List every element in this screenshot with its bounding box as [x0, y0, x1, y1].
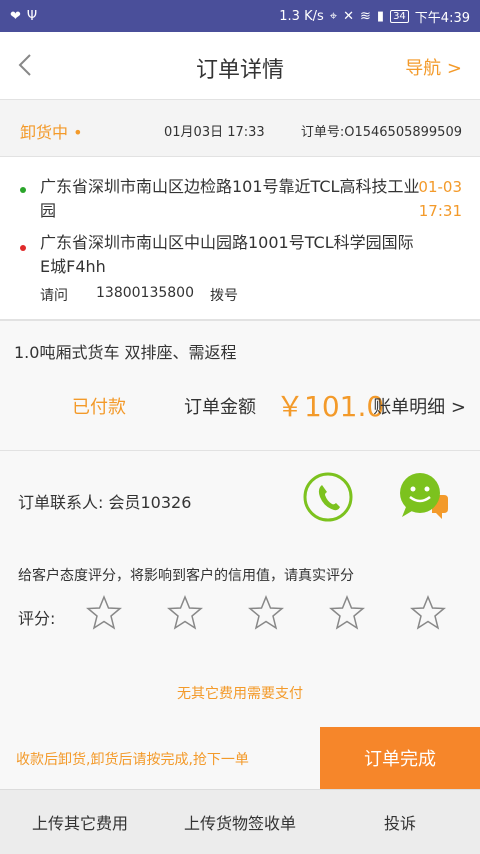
- star-5-icon[interactable]: [410, 595, 446, 631]
- pickup-address: 广东省深圳市南山区边检路101号靠近TCL高科技工业园: [40, 177, 420, 220]
- order-number: 订单号:O1546505899509: [300, 125, 462, 140]
- action-bar: 收款后卸货,卸货后请按完成,抢下一单 订单完成: [0, 727, 480, 789]
- address-section: 广东省深圳市南山区边检路101号靠近TCL高科技工业园 01-03 17:31 …: [0, 157, 480, 321]
- pickup-dot-icon: [20, 187, 26, 193]
- star-4-icon[interactable]: [329, 595, 365, 631]
- app-header: 订单详情 导航 >: [0, 32, 480, 100]
- action-tip: 收款后卸货,卸货后请按完成,抢下一单: [16, 752, 249, 768]
- amount-label: 订单金额: [184, 397, 256, 418]
- star-3-icon[interactable]: [248, 595, 284, 631]
- upload-receipt-button[interactable]: 上传货物签收单: [160, 810, 320, 834]
- bill-detail-link[interactable]: 账单明细 >: [373, 393, 466, 419]
- dropoff-address: 广东省深圳市南山区中山园路1001号TCL科学园国际E城F4hh: [40, 233, 414, 276]
- navigate-button[interactable]: 导航 >: [405, 54, 462, 80]
- signal-icon: ▮: [376, 8, 385, 24]
- order-contact: 订单联系人: 会员10326: [18, 493, 192, 512]
- order-amount: ￥101.0: [276, 390, 385, 423]
- phone-call-icon[interactable]: [302, 471, 354, 523]
- pickup-time: 01-03 17:31: [418, 178, 462, 220]
- payment-status: 已付款: [72, 397, 126, 418]
- rating-hint: 给客户态度评分，将影响到客户的信用值，请真实评分: [18, 568, 354, 584]
- location-icon: ⌖: [329, 8, 338, 24]
- clock: 下午4:39: [414, 10, 470, 26]
- footer-bar: 上传其它费用 上传货物签收单 投诉: [0, 789, 480, 854]
- ask-label: 请问: [40, 288, 68, 304]
- order-status-row: 卸货中 • 01月03日 17:33 订单号:O1546505899509: [0, 101, 480, 157]
- wifi-icon: ≋: [360, 8, 371, 24]
- network-speed: 1.3 K/s: [279, 8, 324, 24]
- star-1-icon[interactable]: [86, 595, 122, 631]
- upload-fees-button[interactable]: 上传其它费用: [0, 810, 160, 834]
- rating-label: 评分:: [18, 609, 56, 628]
- star-2-icon[interactable]: [167, 595, 203, 631]
- rating-stars: [86, 595, 446, 631]
- order-status: 卸货中 •: [20, 123, 83, 142]
- battery-indicator: 34: [390, 9, 409, 23]
- vehicle-section: 1.0吨厢式货车 双排座、需返程 已付款 订单金额 ￥101.0 账单明细 >: [0, 321, 480, 451]
- dial-button[interactable]: 拨号: [210, 285, 238, 305]
- complain-button[interactable]: 投诉: [320, 810, 480, 834]
- status-bar: ❤ Ψ 1.3 K/s ⌖ ✕ ≋ ▮ 34 下午4:39: [0, 0, 480, 32]
- mute-icon: ✕: [343, 8, 354, 24]
- contact-section: 订单联系人: 会员10326 给客户态度评分，将影响到客户的信用值，请真实评分 …: [0, 451, 480, 727]
- heart-monitor-icon: ❤: [10, 8, 21, 24]
- order-datetime: 01月03日 17:33: [164, 125, 265, 140]
- dropoff-dot-icon: [20, 245, 26, 251]
- no-fee-notice: 无其它费用需要支付: [177, 686, 303, 702]
- chat-icon[interactable]: [396, 471, 450, 525]
- receiver-phone: 13800135800: [96, 285, 194, 301]
- receiver-contact: 请问 13800135800 拨号: [40, 285, 238, 305]
- vehicle-description: 1.0吨厢式货车 双排座、需返程: [14, 343, 237, 362]
- complete-order-button[interactable]: 订单完成: [320, 727, 480, 789]
- usb-icon: Ψ: [26, 8, 38, 24]
